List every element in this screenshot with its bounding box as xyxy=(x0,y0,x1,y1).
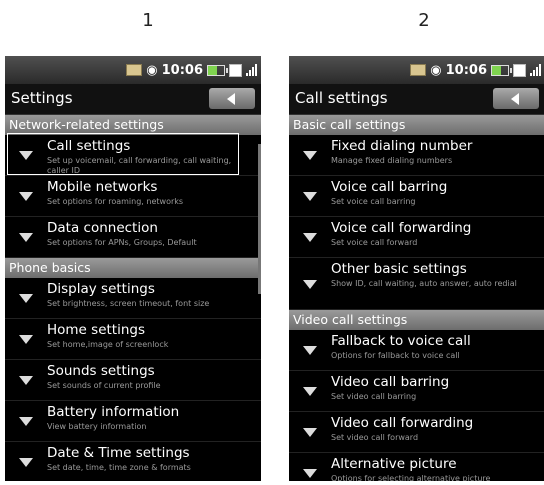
setting-item-other-basic-settings[interactable]: Other basic settings Show ID, call waitin… xyxy=(289,258,544,310)
setting-item-description: Set options for roaming, networks xyxy=(47,197,184,206)
battery-icon xyxy=(207,64,228,76)
section-header-basic-call-settings: Basic call settings xyxy=(289,115,544,135)
setting-item-label: Alternative picture xyxy=(331,456,457,472)
setting-item-label: Battery information xyxy=(47,404,180,420)
setting-item-label: Display settings xyxy=(47,281,155,297)
screen-title: Settings xyxy=(11,89,73,107)
back-button[interactable] xyxy=(493,88,539,109)
setting-item-label: Date & Time settings xyxy=(47,445,190,461)
expand-triangle-icon xyxy=(303,233,317,242)
expand-triangle-icon xyxy=(303,279,317,289)
battery-icon xyxy=(491,64,512,76)
section-header-video-call-settings: Video call settings xyxy=(289,310,544,330)
setting-item-description: Show ID, call waiting, auto answer, auto… xyxy=(331,279,517,288)
setting-item-description: Set voice call forward xyxy=(331,238,418,247)
setting-item-sounds-settings[interactable]: Sounds settings Set sounds of current pro… xyxy=(5,360,261,401)
setting-item-description: Set home,image of screenlock xyxy=(47,340,169,349)
setting-item-label: Other basic settings xyxy=(331,261,467,277)
setting-item-mobile-networks[interactable]: Mobile networks Set options for roaming, … xyxy=(5,176,261,217)
wifi-icon: ◉ xyxy=(146,63,158,78)
setting-item-description: Options for selecting alternative pictur… xyxy=(331,474,491,481)
notification-mail-icon xyxy=(126,64,143,76)
expand-triangle-icon xyxy=(303,346,317,355)
step-label-2: 2 xyxy=(418,10,430,31)
expand-triangle-icon xyxy=(303,192,317,201)
setting-item-description: Set brightness, screen timeout, font siz… xyxy=(47,299,210,308)
setting-item-video-call-forwarding[interactable]: Video call forwarding Set video call forw… xyxy=(289,412,544,453)
title-bar: Call settings xyxy=(289,84,544,115)
section-header-network-related-settings: Network-related settings xyxy=(5,115,261,135)
expand-triangle-icon xyxy=(19,294,33,303)
status-time: 10:06 xyxy=(161,62,203,78)
scrollbar[interactable] xyxy=(258,144,261,294)
wifi-icon: ◉ xyxy=(430,63,442,78)
setting-item-description: Set sounds of current profile xyxy=(47,381,161,390)
setting-item-alternative-picture[interactable]: Alternative picture Options for selecting… xyxy=(289,453,544,481)
setting-item-label: Voice call barring xyxy=(331,179,448,195)
setting-item-voice-call-forwarding[interactable]: Voice call forwarding Set voice call forw… xyxy=(289,217,544,258)
notification-mail-icon xyxy=(410,64,427,76)
expand-triangle-icon xyxy=(19,335,33,344)
setting-item-fixed-dialing-number[interactable]: Fixed dialing number Manage fixed dialing… xyxy=(289,135,544,176)
setting-item-description: View battery information xyxy=(47,422,147,431)
setting-item-description: Options for fallback to voice call xyxy=(331,351,460,360)
setting-item-label: Mobile networks xyxy=(47,179,158,195)
signal-strength-icon xyxy=(246,64,257,76)
setting-item-label: Fixed dialing number xyxy=(331,138,473,154)
setting-item-label: Call settings xyxy=(47,138,131,154)
status-icons: ◉ 10:06 xyxy=(126,61,257,79)
expand-triangle-icon xyxy=(303,387,317,396)
expand-triangle-icon xyxy=(303,151,317,160)
screen-title: Call settings xyxy=(295,89,388,107)
phone-screen-call-settings: ◉ 10:06 Call settings Basic call settings Fi… xyxy=(289,56,544,481)
signal-strength-icon xyxy=(530,64,541,76)
setting-item-call-settings[interactable]: Call settings Set up voicemail, call forw… xyxy=(5,133,261,176)
setting-item-description: Manage fixed dialing numbers xyxy=(331,156,453,165)
setting-item-battery-information[interactable]: Battery information View battery informat… xyxy=(5,401,261,442)
expand-triangle-icon xyxy=(19,151,33,160)
setting-item-fallback-to-voice-call[interactable]: Fallback to voice call Options for fallba… xyxy=(289,330,544,371)
setting-item-label: Data connection xyxy=(47,220,158,236)
setting-item-data-connection[interactable]: Data connection Set options for APNs, Gro… xyxy=(5,217,261,258)
setting-item-description: Set date, time, time zone & formats xyxy=(47,463,191,472)
expand-triangle-icon xyxy=(19,417,33,426)
expand-triangle-icon xyxy=(19,376,33,385)
back-arrow-icon xyxy=(511,93,519,105)
setting-item-display-settings[interactable]: Display settings Set brightness, screen t… xyxy=(5,278,261,319)
setting-item-description: Set video call forward xyxy=(331,433,419,442)
phone-screen-settings: ◉ 10:06 Settings Network-related settings Ca… xyxy=(5,56,261,481)
section-header-phone-basics: Phone basics xyxy=(5,258,261,278)
setting-item-home-settings[interactable]: Home settings Set home,image of screenloc… xyxy=(5,319,261,360)
status-bar: ◉ 10:06 xyxy=(5,56,261,84)
back-arrow-icon xyxy=(227,93,235,105)
status-bar: ◉ 10:06 xyxy=(289,56,544,84)
expand-triangle-icon xyxy=(19,233,33,242)
setting-item-label: Video call barring xyxy=(331,374,450,390)
sd-card-icon xyxy=(229,63,242,77)
setting-item-description: Set voice call barring xyxy=(331,197,416,206)
title-bar: Settings xyxy=(5,84,261,115)
back-button[interactable] xyxy=(209,88,255,109)
expand-triangle-icon xyxy=(19,458,33,467)
setting-item-video-call-barring[interactable]: Video call barring Set video call barring xyxy=(289,371,544,412)
setting-item-description: Set options for APNs, Groups, Default xyxy=(47,238,197,247)
expand-triangle-icon xyxy=(19,192,33,201)
step-label-1: 1 xyxy=(142,10,154,31)
sd-card-icon xyxy=(513,63,526,77)
setting-item-date-time-settings[interactable]: Date & Time settings Set date, time, time… xyxy=(5,442,261,481)
expand-triangle-icon xyxy=(303,469,317,478)
setting-item-description: Set video call barring xyxy=(331,392,417,401)
status-icons: ◉ 10:06 xyxy=(410,61,541,79)
status-time: 10:06 xyxy=(445,62,487,78)
setting-item-label: Video call forwarding xyxy=(331,415,474,431)
setting-item-voice-call-barring[interactable]: Voice call barring Set voice call barring xyxy=(289,176,544,217)
setting-item-label: Voice call forwarding xyxy=(331,220,472,236)
setting-item-label: Home settings xyxy=(47,322,145,338)
setting-item-label: Sounds settings xyxy=(47,363,155,379)
setting-item-label: Fallback to voice call xyxy=(331,333,471,349)
setting-item-description: Set up voicemail, call forwarding, call … xyxy=(47,156,232,175)
expand-triangle-icon xyxy=(303,428,317,437)
